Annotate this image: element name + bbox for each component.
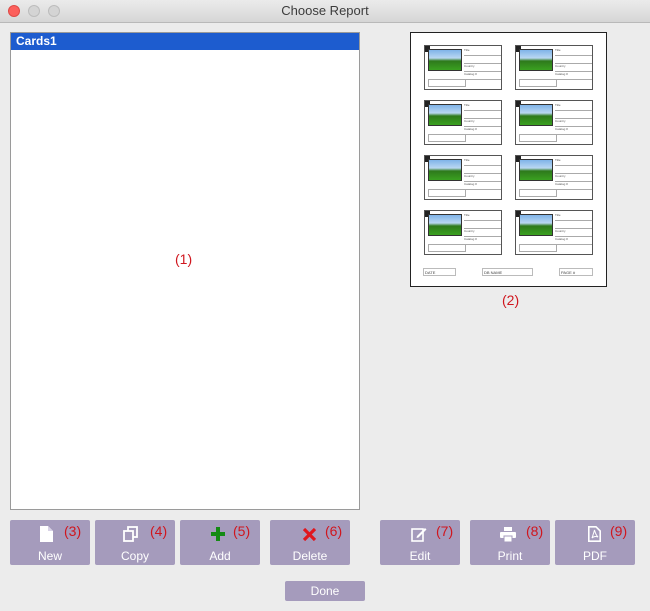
callout-new: (3) <box>64 523 82 539</box>
card-field-box <box>519 79 557 87</box>
card-field: Title <box>555 213 592 221</box>
preview-card: Title Country Catalog # <box>424 100 502 145</box>
card-field-box <box>519 134 557 142</box>
preview-card: Title Country Catalog # <box>515 155 593 200</box>
card-field <box>464 56 501 64</box>
callout-add: (5) <box>233 523 251 539</box>
card-field: Country <box>555 64 592 72</box>
pdf-icon <box>586 526 602 542</box>
edit-button-label: Edit <box>409 549 431 563</box>
copy-button-label: Copy <box>120 549 149 563</box>
preview-card: Title Country Catalog # <box>424 45 502 90</box>
card-field: Title <box>464 213 501 221</box>
card-field: Title <box>555 158 592 166</box>
card-field: Country <box>555 119 592 127</box>
callout-copy: (4) <box>150 523 168 539</box>
preview-card: Title Country Catalog # <box>424 155 502 200</box>
card-field <box>555 111 592 119</box>
card-image <box>519 214 553 236</box>
card-field: Country <box>464 64 501 72</box>
card-field: Country <box>464 174 501 182</box>
card-field: Title <box>464 48 501 56</box>
card-field <box>555 221 592 229</box>
title-bar: Choose Report <box>0 0 650 23</box>
card-field: Catalog # <box>464 72 501 80</box>
card-field <box>555 56 592 64</box>
delete-button[interactable]: (6) Delete <box>270 520 350 565</box>
card-field: Catalog # <box>555 127 592 135</box>
edit-icon <box>411 526 427 542</box>
preview-footer-dbname: DB NAME <box>482 268 533 276</box>
edit-button[interactable]: (7) Edit <box>380 520 460 565</box>
window-title: Choose Report <box>281 3 369 18</box>
done-button[interactable]: Done <box>285 581 365 601</box>
print-button-label: Print <box>497 549 523 563</box>
card-field: Title <box>464 103 501 111</box>
card-field: Title <box>464 158 501 166</box>
pdf-button-label: PDF <box>583 549 607 563</box>
card-field: Catalog # <box>555 237 592 245</box>
report-list[interactable]: Cards1 <box>10 32 360 510</box>
card-field <box>464 221 501 229</box>
card-field <box>464 111 501 119</box>
new-button[interactable]: (3) New <box>10 520 90 565</box>
preview-footer-date: DATE <box>423 268 456 276</box>
preview-card: Title Country Catalog # <box>515 100 593 145</box>
card-field <box>555 166 592 174</box>
card-field-box <box>428 189 466 197</box>
card-field-box <box>519 189 557 197</box>
document-icon <box>38 526 54 542</box>
card-field: Catalog # <box>464 237 501 245</box>
card-field: Catalog # <box>555 72 592 80</box>
preview-card: Title Country Catalog # <box>515 210 593 255</box>
callout-pdf: (9) <box>610 523 628 539</box>
preview-card: Title Country Catalog # <box>424 210 502 255</box>
add-button[interactable]: (5) Add <box>180 520 260 565</box>
card-image <box>428 104 462 126</box>
card-field-box <box>428 134 466 142</box>
card-image <box>519 49 553 71</box>
copy-button[interactable]: (4) Copy <box>95 520 175 565</box>
plus-icon <box>210 526 226 542</box>
card-field: Catalog # <box>464 127 501 135</box>
card-field-box <box>428 244 466 252</box>
card-field: Catalog # <box>555 182 592 190</box>
card-image <box>519 159 553 181</box>
add-button-label: Add <box>209 549 231 563</box>
card-field: Title <box>555 48 592 56</box>
callout-edit: (7) <box>436 523 454 539</box>
card-image <box>428 159 462 181</box>
card-field: Country <box>555 229 592 237</box>
copy-icon <box>123 526 139 542</box>
card-field: Title <box>555 103 592 111</box>
card-field: Country <box>555 174 592 182</box>
print-button[interactable]: (8) Print <box>470 520 550 565</box>
callout-report-list: (1) <box>175 251 193 267</box>
card-image <box>428 49 462 71</box>
new-button-label: New <box>37 549 62 563</box>
delete-button-label: Delete <box>292 549 328 563</box>
callout-preview: (2) <box>502 292 520 308</box>
card-image <box>519 104 553 126</box>
printer-icon <box>500 526 516 542</box>
preview-card: Title Country Catalog # <box>515 45 593 90</box>
x-icon <box>301 526 317 542</box>
card-field-box <box>519 244 557 252</box>
report-list-item[interactable]: Cards1 <box>11 33 359 50</box>
card-image <box>428 214 462 236</box>
card-field: Country <box>464 119 501 127</box>
callout-print: (8) <box>526 523 544 539</box>
card-field-box <box>428 79 466 87</box>
card-field <box>464 166 501 174</box>
card-field: Country <box>464 229 501 237</box>
pdf-button[interactable]: (9) PDF <box>555 520 635 565</box>
report-preview: Title Country Catalog # Title Country Ca… <box>410 32 607 287</box>
callout-delete: (6) <box>325 523 343 539</box>
choose-report-window: Choose Report Cards1 (1) Title Country C… <box>0 0 650 611</box>
card-field: Catalog # <box>464 182 501 190</box>
preview-footer-page: PAGE # <box>559 268 593 276</box>
